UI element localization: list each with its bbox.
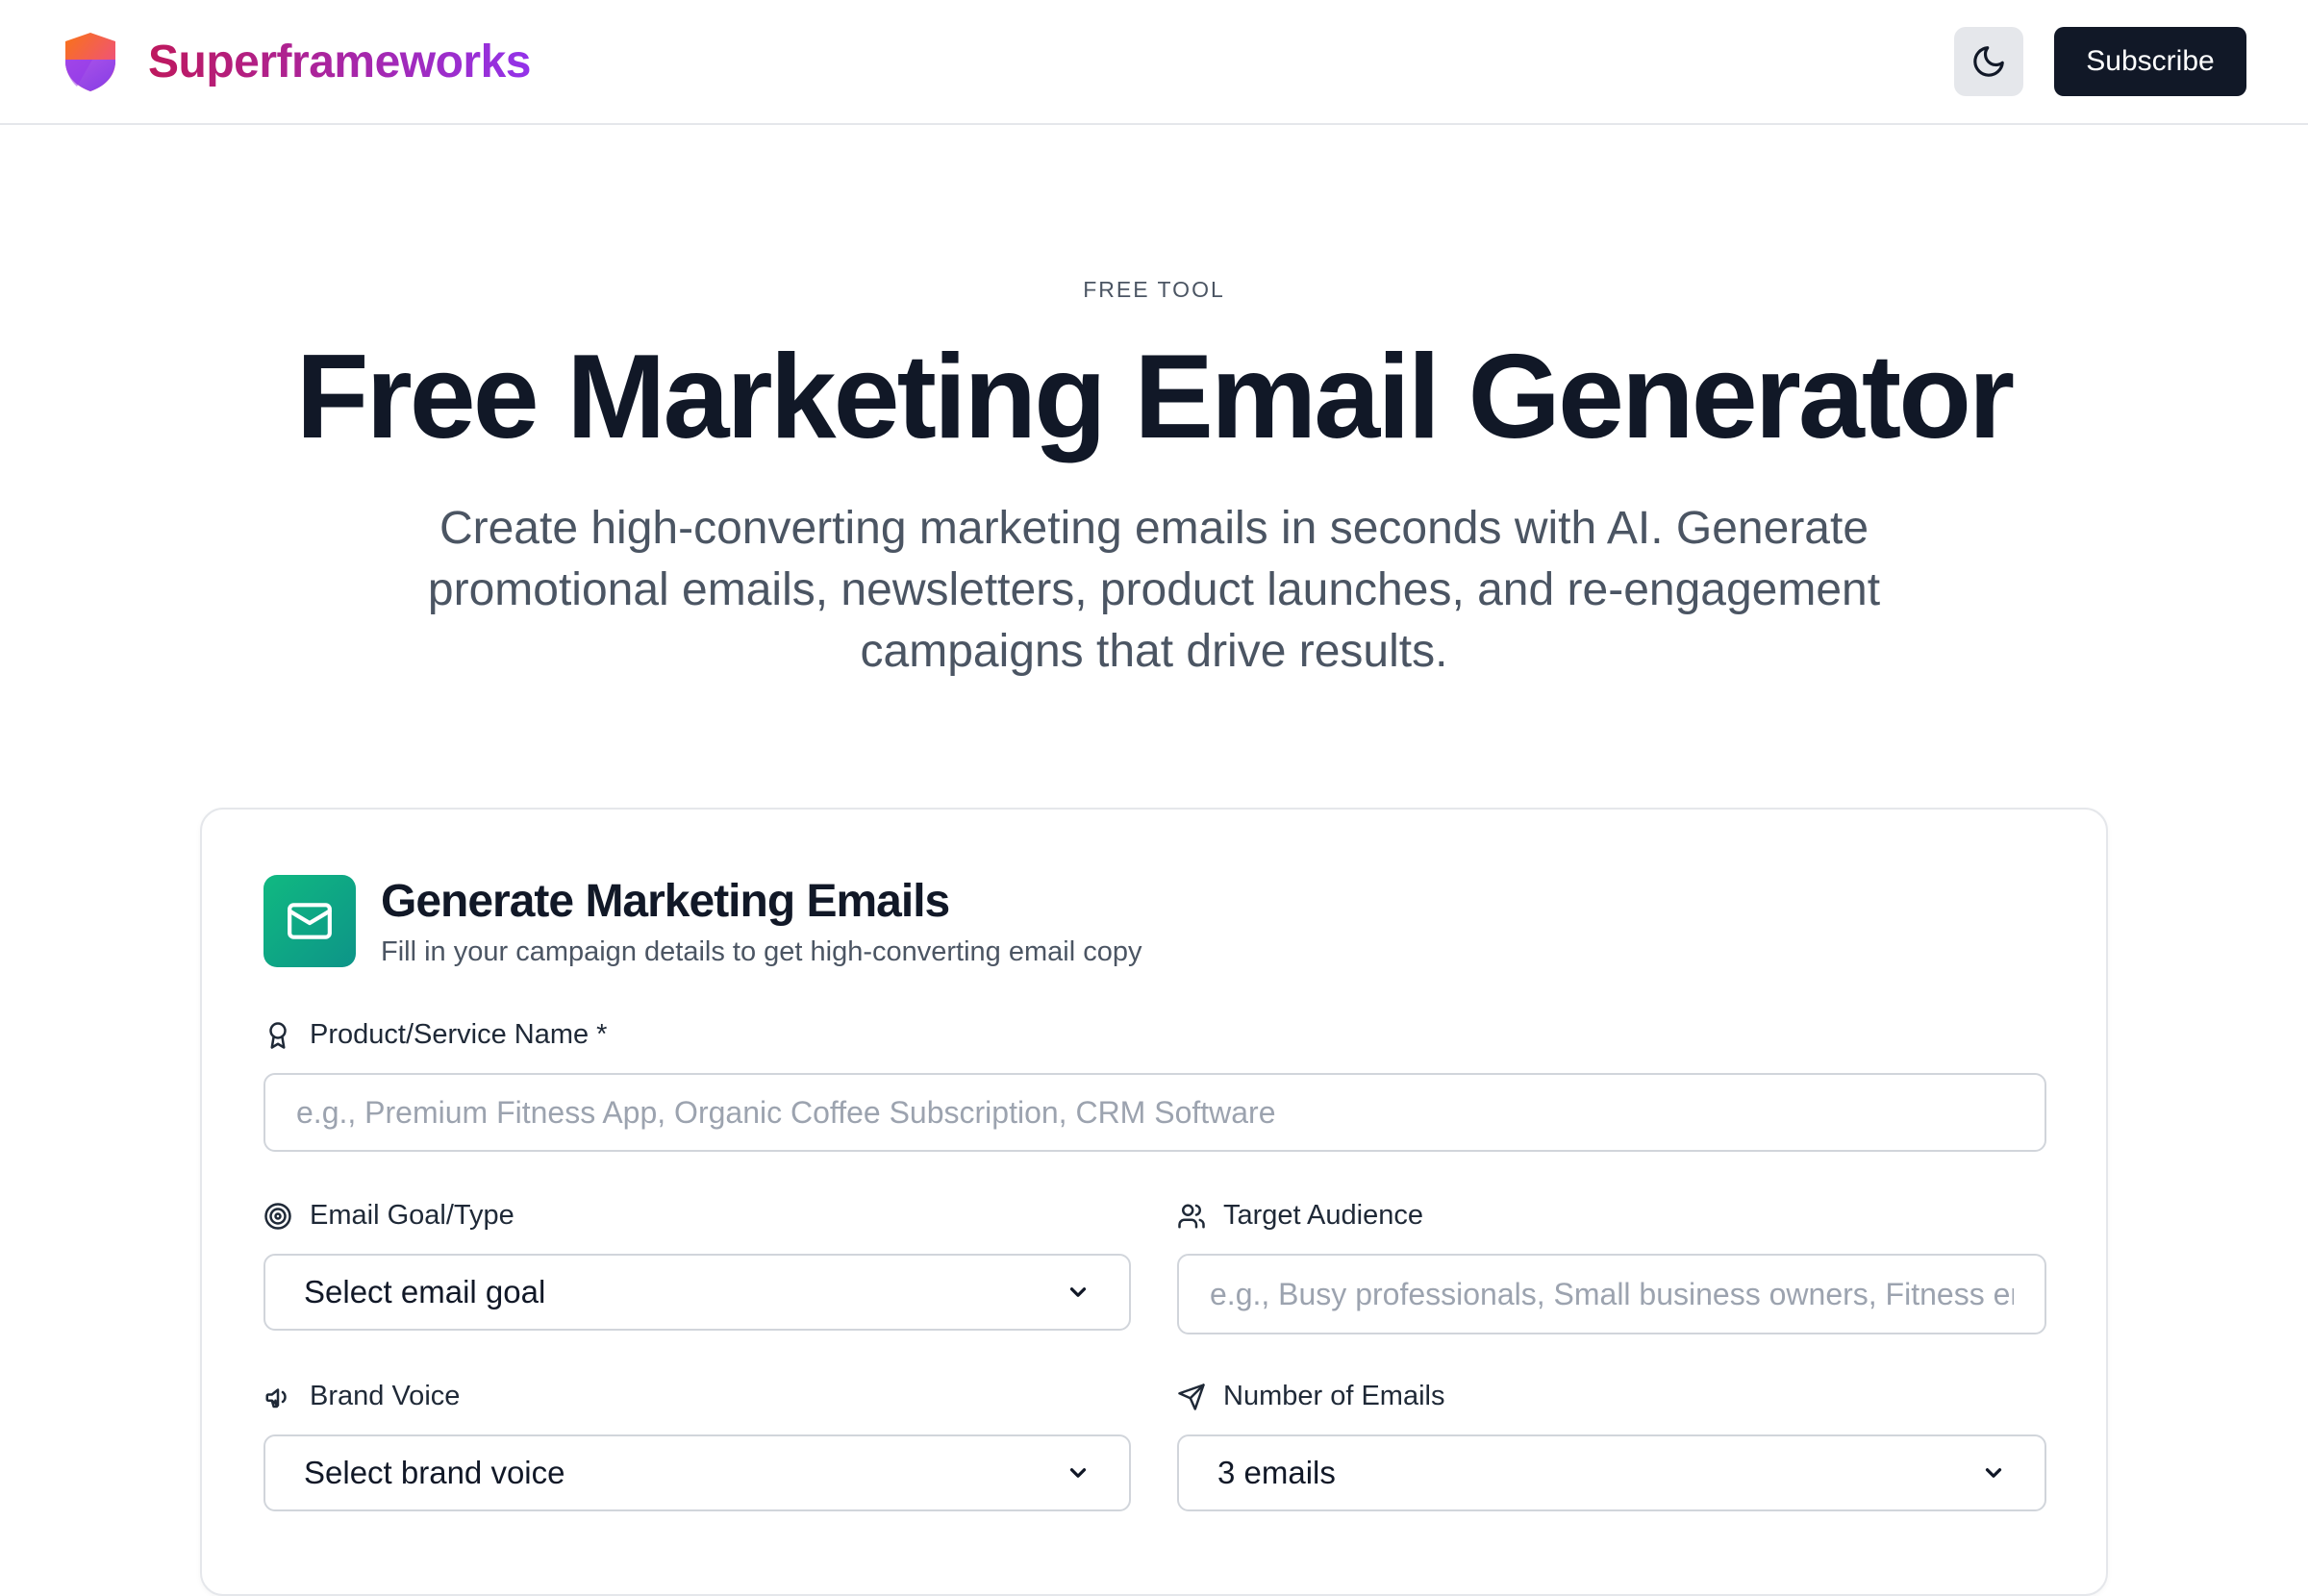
product-name-input[interactable] [263,1073,2046,1152]
brand-voice-select[interactable]: Select brand voice [263,1434,1131,1511]
page-subtitle: Create high-converting marketing emails … [427,503,1881,677]
target-icon [264,1202,291,1230]
target-audience-label: Target Audience [1177,1200,1423,1232]
email-goal-select[interactable]: Select email goal [263,1254,1131,1331]
card-header: Generate Marketing Emails Fill in your c… [263,875,1141,968]
number-of-emails-label: Number of Emails [1177,1381,1444,1412]
brand-voice-label: Brand Voice [263,1381,460,1412]
email-goal-value: Select email goal [304,1274,546,1309]
subscribe-button[interactable]: Subscribe [2054,27,2246,96]
card-subtitle: Fill in your campaign details to get hig… [381,936,1142,967]
brand-voice-value: Select brand voice [304,1455,565,1490]
send-icon [1178,1383,1205,1410]
megaphone-icon [265,1387,287,1408]
chevron-down-icon [1985,1468,2002,1478]
number-of-emails-value: 3 emails [1217,1455,1336,1490]
users-icon [1178,1204,1205,1228]
header-actions: Subscribe [1954,27,2246,96]
generator-form-card: Generate Marketing Emails Fill in your c… [200,808,2108,1596]
shield-logo-icon [65,33,115,91]
email-goal-label: Email Goal/Type [263,1200,514,1232]
card-title: Generate Marketing Emails [381,876,950,927]
target-audience-input[interactable] [1177,1254,2046,1334]
award-icon [269,1021,287,1049]
theme-toggle-button[interactable] [1954,27,2023,96]
top-navbar: Superframeworks Subscribe [0,0,2308,125]
number-of-emails-select[interactable]: 3 emails [1177,1434,2046,1511]
product-name-label: Product/Service Name * [263,1019,607,1051]
eyebrow-label: FREE TOOL [1083,277,1225,302]
page-title: Free Marketing Email Generator [295,331,2015,463]
brand-link[interactable]: Superframeworks [63,31,532,92]
mail-icon [263,875,356,967]
chevron-down-icon [1069,1287,1087,1297]
moon-icon [1973,46,2004,77]
chevron-down-icon [1069,1468,1087,1478]
brand-name: Superframeworks [148,36,532,87]
